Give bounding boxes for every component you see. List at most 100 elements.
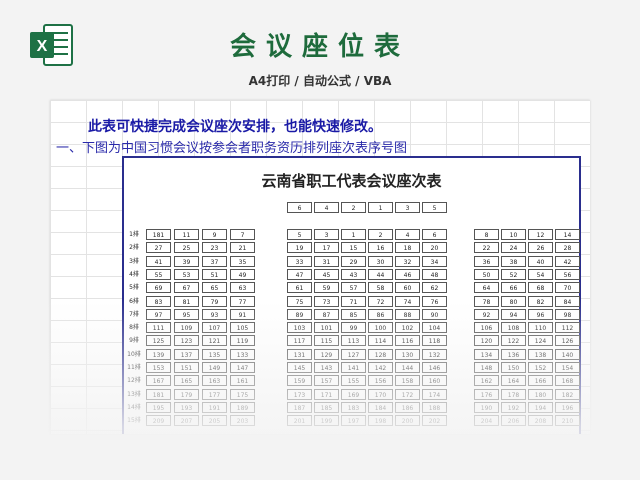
seat-cell[interactable]: 153 (146, 362, 171, 373)
seat-cell[interactable]: 26 (528, 242, 553, 254)
seat-cell[interactable]: 17 (314, 242, 339, 254)
seat-cell[interactable]: 207 (174, 415, 199, 427)
seat-cell[interactable]: 154 (555, 362, 580, 373)
seat-cell[interactable]: 183 (341, 401, 366, 413)
seat-cell[interactable]: 83 (146, 295, 171, 307)
seat-cell[interactable]: 130 (395, 348, 420, 360)
seat-cell[interactable]: 118 (422, 335, 447, 347)
seat-cell[interactable]: 115 (314, 335, 339, 347)
seat-cell[interactable]: 199 (314, 415, 339, 427)
seat-cell[interactable]: 210 (555, 415, 580, 427)
seat-cell[interactable]: 197 (341, 415, 366, 427)
seat-cell[interactable]: 181 (146, 388, 171, 400)
seat-cell[interactable]: 9 (202, 229, 227, 240)
seat-cell[interactable]: 81 (174, 295, 199, 307)
seat-cell[interactable]: 48 (422, 268, 447, 280)
seat-cell[interactable]: 82 (528, 295, 553, 307)
seat-cell[interactable]: 75 (287, 295, 312, 307)
seat-cell[interactable]: 100 (368, 322, 393, 334)
seat-cell[interactable]: 99 (341, 322, 366, 334)
seat-cell[interactable]: 41 (146, 255, 171, 267)
seat-cell[interactable]: 141 (341, 362, 366, 373)
seat-cell[interactable]: 190 (474, 401, 499, 413)
seat-cell[interactable]: 60 (395, 282, 420, 294)
seat-cell[interactable]: 137 (174, 348, 199, 360)
seat-cell[interactable]: 103 (287, 322, 312, 334)
seat-cell[interactable]: 102 (395, 322, 420, 334)
seat-cell[interactable]: 116 (395, 335, 420, 347)
seat-cell[interactable]: 67 (174, 282, 199, 294)
seat-cell[interactable]: 74 (395, 295, 420, 307)
head-table-seat[interactable]: 1 (368, 202, 393, 213)
seat-cell[interactable]: 196 (555, 401, 580, 413)
seat-cell[interactable]: 65 (202, 282, 227, 294)
seat-cell[interactable]: 180 (528, 388, 553, 400)
seat-cell[interactable]: 156 (368, 375, 393, 387)
seat-cell[interactable]: 23 (202, 242, 227, 254)
seat-cell[interactable]: 201 (287, 415, 312, 427)
seat-cell[interactable]: 58 (368, 282, 393, 294)
seat-cell[interactable]: 193 (174, 401, 199, 413)
seat-cell[interactable]: 19 (287, 242, 312, 254)
seat-cell[interactable]: 21 (230, 242, 255, 254)
seat-cell[interactable]: 160 (422, 375, 447, 387)
seat-cell[interactable]: 86 (368, 308, 393, 320)
seat-cell[interactable]: 79 (202, 295, 227, 307)
seat-cell[interactable]: 171 (314, 388, 339, 400)
seat-cell[interactable]: 14 (555, 229, 580, 240)
seat-cell[interactable]: 157 (314, 375, 339, 387)
seat-cell[interactable]: 5 (287, 229, 312, 240)
seat-cell[interactable]: 165 (174, 375, 199, 387)
seat-cell[interactable]: 150 (501, 362, 526, 373)
seat-cell[interactable]: 73 (314, 295, 339, 307)
seat-cell[interactable]: 29 (341, 255, 366, 267)
seat-cell[interactable]: 66 (501, 282, 526, 294)
seat-cell[interactable]: 89 (287, 308, 312, 320)
seat-cell[interactable]: 132 (422, 348, 447, 360)
seat-cell[interactable]: 172 (395, 388, 420, 400)
seat-cell[interactable]: 182 (555, 388, 580, 400)
seat-cell[interactable]: 181 (146, 229, 171, 240)
seat-cell[interactable]: 142 (368, 362, 393, 373)
seat-cell[interactable]: 152 (528, 362, 553, 373)
seat-cell[interactable]: 70 (555, 282, 580, 294)
seat-cell[interactable]: 57 (341, 282, 366, 294)
seat-cell[interactable]: 101 (314, 322, 339, 334)
seat-cell[interactable]: 162 (474, 375, 499, 387)
seat-cell[interactable]: 12 (528, 229, 553, 240)
seat-cell[interactable]: 59 (314, 282, 339, 294)
seat-cell[interactable]: 63 (230, 282, 255, 294)
seat-cell[interactable]: 166 (528, 375, 553, 387)
seat-cell[interactable]: 30 (368, 255, 393, 267)
seat-cell[interactable]: 35 (230, 255, 255, 267)
seat-cell[interactable]: 84 (555, 295, 580, 307)
seat-cell[interactable]: 112 (555, 322, 580, 334)
seat-cell[interactable]: 168 (555, 375, 580, 387)
seat-cell[interactable]: 164 (501, 375, 526, 387)
seat-cell[interactable]: 136 (501, 348, 526, 360)
seat-cell[interactable]: 206 (501, 415, 526, 427)
seat-cell[interactable]: 176 (474, 388, 499, 400)
seat-cell[interactable]: 133 (230, 348, 255, 360)
seat-cell[interactable]: 32 (395, 255, 420, 267)
seat-cell[interactable]: 11 (174, 229, 199, 240)
seat-cell[interactable]: 93 (202, 308, 227, 320)
seat-cell[interactable]: 119 (230, 335, 255, 347)
seat-cell[interactable]: 131 (287, 348, 312, 360)
seat-cell[interactable]: 187 (287, 401, 312, 413)
seat-cell[interactable]: 98 (555, 308, 580, 320)
seat-cell[interactable]: 22 (474, 242, 499, 254)
seat-cell[interactable]: 18 (395, 242, 420, 254)
seat-cell[interactable]: 24 (501, 242, 526, 254)
seat-cell[interactable]: 38 (501, 255, 526, 267)
seat-cell[interactable]: 90 (422, 308, 447, 320)
seat-cell[interactable]: 54 (528, 268, 553, 280)
seat-cell[interactable]: 64 (474, 282, 499, 294)
seat-cell[interactable]: 126 (555, 335, 580, 347)
seat-cell[interactable]: 120 (474, 335, 499, 347)
seat-cell[interactable]: 191 (202, 401, 227, 413)
seat-cell[interactable]: 34 (422, 255, 447, 267)
seat-cell[interactable]: 114 (368, 335, 393, 347)
seat-cell[interactable]: 33 (287, 255, 312, 267)
seat-cell[interactable]: 97 (146, 308, 171, 320)
